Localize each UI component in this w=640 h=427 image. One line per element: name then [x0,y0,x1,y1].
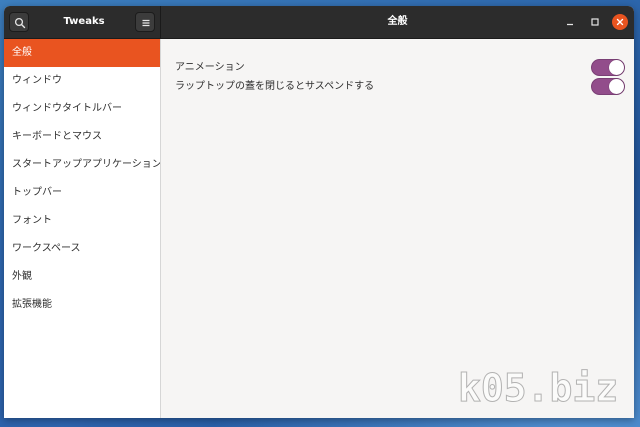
menu-button[interactable] [135,12,155,32]
search-icon [14,17,26,29]
maximize-button[interactable] [587,14,603,30]
suspend-on-lid-close-label: ラップトップの蓋を閉じるとサスペンドする [175,81,375,92]
sidebar-item-keyboard-mouse[interactable]: キーボードとマウス [4,123,160,151]
animations-switch[interactable] [591,59,625,76]
headerbar-left: Tweaks [4,6,161,38]
switch-knob [609,60,624,75]
setting-row-animations: アニメーション [175,59,625,77]
settings-panel: アニメーション ラップトップの蓋を閉じるとサスペンドする [161,39,634,418]
hamburger-menu-icon [142,19,150,27]
setting-row-suspend-on-lid-close: ラップトップの蓋を閉じるとサスペンドする [175,78,625,96]
watermark: k05.biz [457,366,619,411]
search-button[interactable] [9,12,29,32]
close-icon [616,18,624,26]
minimize-button[interactable] [562,14,578,30]
sidebar-item-general[interactable]: 全般 [4,39,160,67]
sidebar-item-workspaces[interactable]: ワークスペース [4,235,160,263]
sidebar: 全般 ウィンドウ ウィンドウタイトルバー キーボードとマウス スタートアップアプ… [4,39,161,418]
suspend-on-lid-close-switch[interactable] [591,78,625,95]
switch-knob [609,79,624,94]
sidebar-item-windows[interactable]: ウィンドウ [4,67,160,95]
sidebar-item-top-bar[interactable]: トップバー [4,179,160,207]
headerbar: Tweaks 全般 [4,6,634,39]
sidebar-item-extensions[interactable]: 拡張機能 [4,291,160,319]
sidebar-item-fonts[interactable]: フォント [4,207,160,235]
maximize-icon [591,18,599,26]
close-button[interactable] [612,14,628,30]
sidebar-item-appearance[interactable]: 外観 [4,263,160,291]
animations-label: アニメーション [175,62,245,73]
sidebar-item-window-titlebars[interactable]: ウィンドウタイトルバー [4,95,160,123]
sidebar-item-startup-applications[interactable]: スタートアップアプリケーション [4,151,160,179]
minimize-icon [567,23,573,26]
tweaks-window: Tweaks 全般 全般 ウィンドウ ウィンドウタイトルバー キーボードとマウス… [4,6,634,418]
app-title: Tweaks [63,16,105,27]
